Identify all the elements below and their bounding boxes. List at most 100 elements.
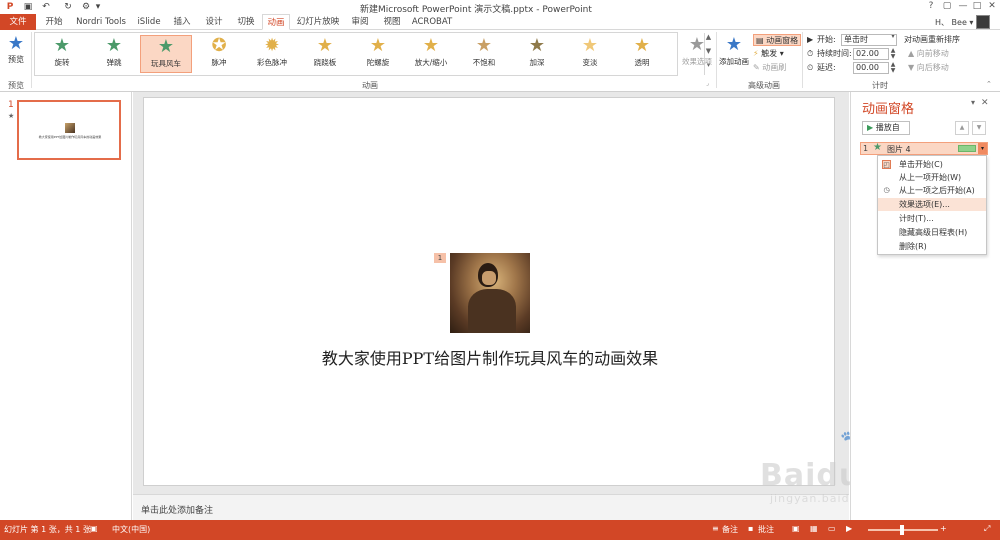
maximize-button[interactable]: □ [970, 1, 984, 13]
animation-pane-icon: ▤ [756, 36, 764, 45]
avatar[interactable] [976, 15, 990, 29]
user-name[interactable]: H、 Bee ▾ [935, 17, 973, 28]
tab-review[interactable]: 审阅 [346, 14, 374, 30]
animation-teeter[interactable]: ★ 跷跷板 [299, 35, 351, 73]
add-animation-button[interactable]: ★ 添加动画 [718, 34, 750, 78]
pane-title: 动画窗格 [862, 102, 915, 117]
close-icon[interactable]: ✕ [981, 98, 989, 108]
duration-input[interactable]: 02.00 [853, 48, 889, 60]
slide-text[interactable]: 教大家使用PPT给图片制作玩具风车的动画效果 [144, 345, 836, 369]
notes-pane[interactable]: 单击此处添加备注 [133, 494, 849, 520]
fit-slide-icon[interactable]: ⤢ [984, 524, 990, 534]
animation-pane-button[interactable]: ▤ 动画窗格 [753, 34, 802, 46]
tab-nordri-tools[interactable]: Nordri Tools [72, 14, 130, 30]
normal-view-icon[interactable]: ▣ [792, 524, 800, 533]
help-button[interactable]: ? [924, 1, 938, 13]
tab-view[interactable]: 视图 [378, 14, 406, 30]
transparency-star-icon: ★ [633, 35, 651, 56]
slide-sorter-icon[interactable]: ▦ [810, 524, 818, 533]
animation-spin-top[interactable]: ★ 陀螺旋 [352, 35, 404, 73]
tab-animations[interactable]: 动画 [262, 14, 290, 30]
minimize-button[interactable]: — [956, 1, 970, 13]
preview-button[interactable]: ★ 预览 [4, 34, 28, 76]
dialog-launcher-icon[interactable]: ⌟ [706, 80, 709, 87]
group-separator [31, 32, 32, 88]
slide-canvas[interactable]: 1 教大家使用PPT给图片制作玩具风车的动画效果 [143, 97, 835, 486]
delay-input[interactable]: 00.00 [853, 62, 889, 74]
item-dropdown-button[interactable]: ▾ [978, 143, 987, 154]
animation-darken[interactable]: ★ 加深 [511, 35, 563, 73]
tab-slideshow[interactable]: 幻灯片放映 [294, 14, 342, 30]
animation-color-pulse[interactable]: ✹ 彩色脉冲 [246, 35, 298, 73]
tab-design[interactable]: 设计 [200, 14, 228, 30]
delay-stepper[interactable]: ▲ ▼ [889, 62, 897, 74]
animation-pulse[interactable]: ✪ 脉冲 [193, 35, 245, 73]
qat-dropdown-icon[interactable]: ▾ [92, 1, 104, 13]
animation-bounce[interactable]: ★ 弹跳 [88, 35, 140, 73]
menu-start-with-previous[interactable]: 从上一项开始(W) [878, 171, 986, 184]
animation-item-label: 图片 4 [887, 145, 911, 154]
menu-delete[interactable]: 删除(R) [878, 240, 986, 253]
tab-insert[interactable]: 插入 [168, 14, 196, 30]
slide-picture[interactable] [450, 253, 530, 333]
animation-list-item[interactable]: 1 ★ 图片 4 ▾ [860, 142, 988, 155]
menu-label: 效果选项(E)... [899, 200, 950, 209]
animation-transparency[interactable]: ★ 透明 [617, 35, 667, 73]
menu-hide-timeline[interactable]: 隐藏高级日程表(H) [878, 226, 986, 239]
duration-stepper[interactable]: ▲ ▼ [889, 48, 897, 60]
zoom-in-icon[interactable]: + [940, 524, 947, 533]
reorder-title: 对动画重新排序 [904, 35, 960, 44]
undo-icon[interactable]: ↶ [40, 1, 52, 13]
title-bar: P ▣ ↶ ↻ ⚙ ▾ 新建Microsoft PowerPoint 演示文稿.… [0, 0, 1000, 15]
chevron-down-icon[interactable]: ▾ [971, 98, 975, 107]
timeline-bar[interactable] [958, 145, 976, 152]
chevron-down-icon[interactable]: ▾ [889, 34, 897, 46]
tab-acrobat[interactable]: ACROBAT [410, 14, 454, 30]
menu-effect-options[interactable]: 效果选项(E)... [878, 198, 986, 211]
tab-file[interactable]: 文件 [0, 14, 36, 30]
move-down-arrow[interactable]: ▼ [972, 121, 986, 135]
animation-grow-shrink[interactable]: ★ 放大/缩小 [405, 35, 457, 73]
move-earlier-button[interactable]: ▲ 向前移动 [908, 48, 949, 60]
zoom-slider-thumb[interactable] [900, 525, 904, 535]
ribbon-display-button[interactable]: ▢ [940, 1, 954, 13]
animation-desaturate[interactable]: ★ 不饱和 [458, 35, 510, 73]
effect-options-button[interactable]: ★ 效果选项 [680, 34, 714, 78]
thumbnail-caption: 教大家使用PPT给图片制作玩具风车的动画效果 [38, 135, 102, 139]
trigger-button[interactable]: ⚡ 触发 ▾ [753, 48, 784, 60]
animation-label: 旋转 [54, 58, 70, 67]
animation-painter-button[interactable]: ✎ 动画刷 [753, 62, 786, 74]
animation-spin[interactable]: ★ 旋转 [36, 35, 88, 73]
close-button[interactable]: ✕ [985, 1, 999, 13]
customize-icon[interactable]: ⚙ [80, 1, 92, 13]
language-indicator[interactable]: 中文(中国) [112, 524, 150, 535]
tab-transitions[interactable]: 切换 [232, 14, 260, 30]
redo-icon[interactable]: ↻ [62, 1, 74, 13]
effect-options-star-icon: ★ [688, 34, 706, 55]
menu-start-after-previous[interactable]: ◷ 从上一项之后开始(A) [878, 184, 986, 197]
save-icon[interactable]: ▣ [22, 1, 34, 13]
ribbon: ★ 预览 预览 ★ 旋转 ★ 弹跳 ★ 玩具风车 ✪ 脉冲 ✹ 彩色脉冲 ★ 跷… [0, 30, 1000, 92]
play-from-button[interactable]: ▶ 播放自 [862, 121, 910, 135]
menu-start-on-click[interactable]: ◰ 单击开始(C) [878, 158, 986, 171]
move-later-button[interactable]: ▼ 向后移动 [908, 62, 949, 74]
tab-islide[interactable]: iSlide [134, 14, 164, 30]
notes-toggle[interactable]: 备注 [722, 524, 738, 535]
move-up-arrow[interactable]: ▲ [955, 121, 969, 135]
bounce-star-icon: ★ [105, 35, 123, 56]
collapse-ribbon-icon[interactable]: ⌃ [986, 80, 992, 88]
animation-lighten[interactable]: ★ 变淡 [564, 35, 616, 73]
slide-thumbnail[interactable]: 教大家使用PPT给图片制作玩具风车的动画效果 [17, 100, 121, 160]
slideshow-view-icon[interactable]: ▶ [846, 524, 852, 533]
comments-toggle[interactable]: 批注 [758, 524, 774, 535]
proofing-icon[interactable]: ▣ [90, 524, 98, 533]
menu-timing[interactable]: 计时(T)... [878, 212, 986, 225]
add-animation-star-icon: ★ [725, 34, 743, 55]
reading-view-icon[interactable]: ▭ [828, 524, 836, 533]
animation-pinwheel[interactable]: ★ 玩具风车 [140, 35, 192, 73]
animation-order-badge[interactable]: 1 [434, 253, 446, 263]
painter-icon: ✎ [753, 63, 760, 72]
tab-home[interactable]: 开始 [40, 14, 68, 30]
animation-label: 透明 [634, 58, 650, 67]
duration-icon: ⏱ [807, 49, 814, 58]
